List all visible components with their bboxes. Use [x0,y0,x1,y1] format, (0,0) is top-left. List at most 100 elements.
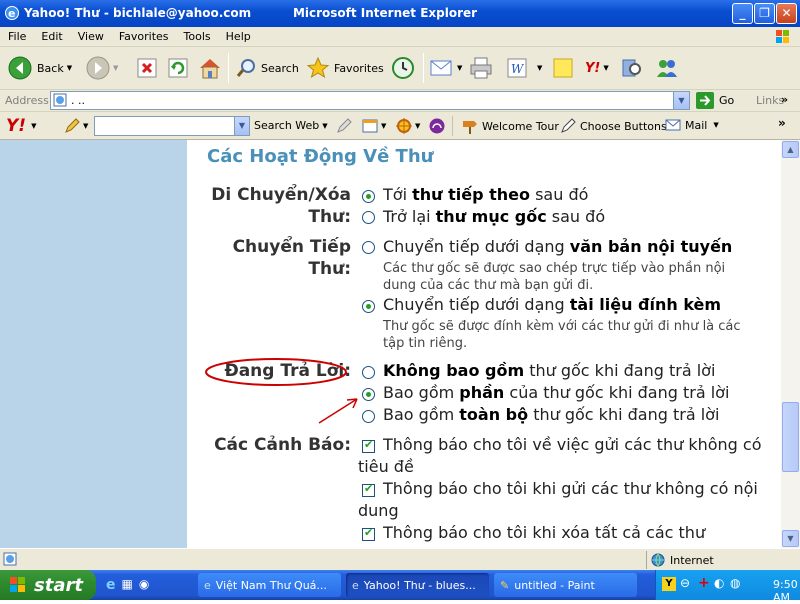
clock[interactable]: 9:50 AM [773,578,800,604]
maximize-button[interactable]: ❐ [754,3,775,24]
menu-favorites[interactable]: Favorites [111,27,176,43]
title-bar[interactable]: e Yahoo! Thư - bichlale@yahoo.com Micros… [0,0,800,27]
menu-bar: File Edit View Favorites Tools Help [0,27,800,47]
zone-label: Internet [670,553,714,567]
antispy-dropdown-icon[interactable]: ▼ [415,122,420,130]
task-paint[interactable]: ✎ untitled - Paint [494,573,637,597]
search-button[interactable]: Search [235,55,299,81]
notes-button[interactable] [552,55,574,81]
yahoo-mail-dropdown-icon[interactable]: ▼ [713,121,718,129]
highlight-pen-button[interactable] [336,118,352,137]
menu-file[interactable]: File [0,27,33,43]
paint-task-icon: ✎ [500,578,510,592]
annotation-ellipse [205,358,347,386]
forward-dropdown-icon[interactable]: ▼ [113,64,118,72]
edit-button[interactable]: W ▼ [507,55,542,81]
page-icon [53,93,67,107]
mail-button[interactable]: ▼ [430,55,462,81]
back-button[interactable]: Back ▼ [8,55,72,81]
task-label: Yahoo! Thư - blues... [363,578,476,592]
mail-label: Mail [685,118,708,132]
search-icon [236,59,255,77]
minus-tray-icon[interactable]: ⊖ [680,576,690,590]
stop-button[interactable] [136,55,158,81]
task-yahoo-thu[interactable]: e Yahoo! Thư - blues... [346,573,489,597]
start-button[interactable]: start [0,570,96,600]
window-icon [362,119,378,133]
scrollbar-thumb[interactable] [782,402,799,472]
address-bar: Address . .. ▼ Go Links » [0,90,800,112]
go-button[interactable]: Go [696,92,734,109]
ie-task-icon: e [352,578,359,592]
research-button[interactable] [621,55,643,81]
globe-icon [651,553,665,567]
svg-text:W: W [511,62,525,76]
yahoo-search-input[interactable]: ▼ [94,116,250,136]
highlight-button[interactable]: ▼ [64,118,88,134]
yahoo-mail-button[interactable]: Mail ▼ [665,118,719,132]
choose-buttons-button[interactable]: Choose Buttons [560,118,667,134]
desktop-quicklaunch-icon[interactable]: ▦ [122,577,133,593]
address-label: Address [5,94,49,107]
search-dropdown-icon[interactable]: ▼ [234,117,249,135]
messenger-icon [657,60,677,77]
ie-quicklaunch-icon[interactable]: e [106,577,116,593]
welcome-tour-button[interactable]: Welcome Tour [462,118,559,134]
search-label: Search [261,61,299,75]
speaker-tray-icon[interactable]: ◐ [714,576,724,590]
task-label: untitled - Paint [514,578,595,592]
status-bar: Internet [0,548,800,570]
research-icon [622,59,641,77]
home-button[interactable] [198,55,222,81]
system-tray: Y ⊖ + ◐ ◍ 9:50 AM [655,570,800,604]
go-label: Go [719,94,735,107]
page-content: Các Hoạt Động Về Thư Di Chuyển/Xóa Thư: … [0,140,781,548]
vertical-scrollbar[interactable]: ▲ ▼ [781,140,800,548]
plus-tray-icon[interactable]: + [698,575,710,591]
ytoolbar-separator [452,116,453,136]
antispy-button[interactable]: ▼ [396,118,420,134]
menu-help[interactable]: Help [218,27,258,43]
yahoo-music-button[interactable] [429,118,445,137]
ytoolbar-chevron-icon[interactable]: » [778,116,786,130]
yahoo-menu-button[interactable]: Y! ▼ [6,116,36,136]
forward-button[interactable]: ▼ [86,55,118,81]
task-vietnam-thu[interactable]: e Việt Nam Thư Quá... [198,573,341,597]
favorites-button[interactable]: Favorites [306,55,384,81]
history-button[interactable] [391,55,415,81]
pencil-icon [65,118,80,133]
mail-dropdown-icon[interactable]: ▼ [457,64,462,72]
yahoo-toolbar: Y! ▼ ▼ ▼ Search Web ▼ ▼ ▼ Welcome Tour Cho… [0,112,800,140]
search-web-button[interactable]: Search Web ▼ [254,119,328,132]
edit-dropdown-icon[interactable]: ▼ [537,64,542,72]
back-dropdown-icon[interactable]: ▼ [67,64,72,72]
popup-blocker-button[interactable]: ▼ [362,118,386,134]
messenger-button[interactable] [655,55,679,81]
menu-view[interactable]: View [70,27,111,43]
annotation-overlay [205,358,358,424]
chevron-right-icon[interactable]: » [781,93,788,106]
menu-tools[interactable]: Tools [176,27,218,43]
pencil-edit-icon [561,118,576,133]
address-input[interactable]: . .. ▼ [50,91,690,110]
scroll-down-icon[interactable]: ▼ [782,530,799,547]
ie-icon: e [5,6,19,20]
yahoo-logo-dropdown-icon[interactable]: ▼ [31,122,36,130]
media-quicklaunch-icon[interactable]: ◉ [139,577,149,593]
menu-edit[interactable]: Edit [33,27,69,43]
search-web-dropdown-icon[interactable]: ▼ [322,122,327,130]
yahoo-button[interactable]: Y! ▼ [585,55,609,81]
popup-dropdown-icon[interactable]: ▼ [381,122,386,130]
print-button[interactable] [469,55,493,81]
pencil-dropdown-icon[interactable]: ▼ [83,122,88,130]
scroll-up-icon[interactable]: ▲ [782,141,799,158]
address-dropdown-icon[interactable]: ▼ [673,92,689,109]
yahoo-tray-icon[interactable]: Y [662,577,676,591]
minimize-button[interactable]: _ [732,3,753,24]
refresh-button[interactable] [167,55,189,81]
yahoo-dropdown-icon[interactable]: ▼ [603,64,608,72]
highlighter-icon [337,118,352,133]
network-tray-icon[interactable]: ◍ [730,576,740,590]
close-button[interactable]: ✕ [776,3,797,24]
quick-launch: e ▦ ◉ [106,577,149,593]
